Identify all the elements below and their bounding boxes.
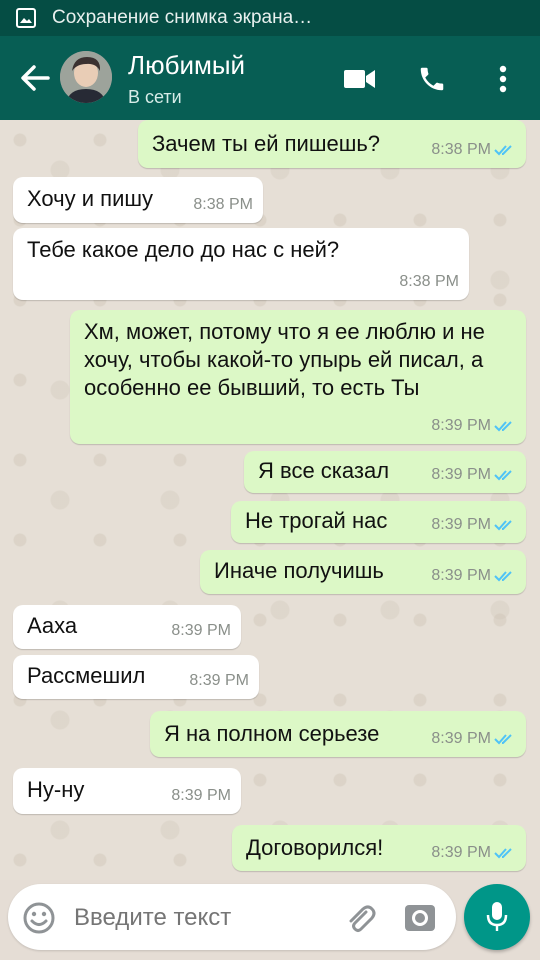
message-text: Иначе получишь — [214, 558, 384, 583]
more-vert-icon[interactable] — [486, 62, 520, 96]
message-incoming[interactable]: Тебе какое дело до нас с ней? 8:38 PM — [13, 228, 469, 300]
message-time: 8:39 PM — [431, 567, 491, 584]
phone-icon[interactable] — [415, 62, 449, 96]
message-text: Хм, может, потому что я ее люблю и не хо… — [84, 319, 485, 400]
message-meta: 8:39 PM — [431, 511, 516, 539]
double-check-icon — [494, 571, 512, 582]
message-meta: 8:39 PM — [431, 562, 516, 590]
message-outgoing[interactable]: Иначе получишь 8:39 PM — [200, 550, 526, 594]
emoji-icon[interactable] — [22, 901, 56, 935]
avatar[interactable] — [60, 51, 112, 103]
message-outgoing[interactable]: Не трогай нас 8:39 PM — [231, 501, 526, 543]
message-time: 8:39 PM — [431, 466, 491, 483]
message-time: 8:39 PM — [171, 622, 231, 639]
message-outgoing[interactable]: Договорился! 8:39 PM — [232, 825, 526, 871]
message-outgoing[interactable]: Я все сказал 8:39 PM — [244, 451, 526, 493]
double-check-icon — [494, 734, 512, 745]
video-call-icon[interactable] — [343, 62, 377, 96]
message-time: 8:39 PM — [431, 844, 491, 861]
message-text: Тебе какое дело до нас с ней? — [27, 237, 340, 262]
attach-icon[interactable] — [344, 902, 376, 934]
message-incoming[interactable]: Ааха 8:39 PM — [13, 605, 241, 649]
message-time: 8:38 PM — [193, 196, 253, 213]
message-list[interactable]: Зачем ты ей пишешь? 8:38 PM Хочу и пишу … — [0, 120, 540, 880]
message-input-box — [8, 884, 456, 950]
double-check-icon — [494, 145, 512, 156]
message-time: 8:39 PM — [431, 417, 491, 434]
message-incoming[interactable]: Хочу и пишу 8:38 PM — [13, 177, 263, 223]
chat-header: Любимый В сети — [0, 36, 540, 120]
message-text: Ааха — [27, 613, 78, 638]
mic-button[interactable] — [464, 884, 530, 950]
message-text: Не трогай нас — [245, 508, 388, 533]
message-time: 8:39 PM — [431, 730, 491, 747]
message-time: 8:38 PM — [399, 273, 459, 290]
message-text: Ну-ну — [27, 777, 85, 802]
double-check-icon — [494, 421, 512, 432]
back-arrow-icon[interactable] — [18, 62, 52, 94]
message-time: 8:39 PM — [431, 516, 491, 533]
message-time: 8:39 PM — [171, 787, 231, 804]
message-incoming[interactable]: Рассмешил 8:39 PM — [13, 655, 259, 699]
message-meta: 8:38 PM — [431, 136, 516, 164]
message-outgoing[interactable]: Зачем ты ей пишешь? 8:38 PM — [138, 120, 526, 168]
camera-icon[interactable] — [404, 902, 436, 934]
image-icon — [16, 8, 36, 28]
status-bar: Сохранение снимка экрана… — [0, 0, 540, 36]
composer — [0, 880, 540, 960]
message-text: Договорился! — [246, 835, 384, 860]
status-bar-text: Сохранение снимка экрана… — [52, 7, 313, 28]
message-text: Хочу и пишу — [27, 186, 154, 211]
message-time: 8:38 PM — [431, 141, 491, 158]
contact-name[interactable]: Любимый — [128, 50, 245, 81]
double-check-icon — [494, 520, 512, 531]
message-outgoing[interactable]: Хм, может, потому что я ее люблю и не хо… — [70, 310, 526, 444]
double-check-icon — [494, 848, 512, 859]
message-meta: 8:39 PM — [431, 461, 516, 489]
message-incoming[interactable]: Ну-ну 8:39 PM — [13, 768, 241, 814]
message-input[interactable] — [72, 900, 336, 936]
message-text: Зачем ты ей пишешь? — [152, 131, 381, 156]
double-check-icon — [494, 470, 512, 481]
message-outgoing[interactable]: Я на полном серьезе 8:39 PM — [150, 711, 526, 757]
message-meta: 8:39 PM — [431, 725, 516, 753]
message-meta: 8:39 PM — [431, 412, 516, 440]
mic-icon — [486, 902, 508, 931]
contact-status: В сети — [128, 87, 182, 107]
message-meta: 8:39 PM — [431, 839, 516, 867]
message-time: 8:39 PM — [189, 672, 249, 689]
message-text: Рассмешил — [27, 663, 146, 688]
message-text: Я на полном серьезе — [164, 721, 380, 746]
message-text: Я все сказал — [258, 458, 390, 483]
